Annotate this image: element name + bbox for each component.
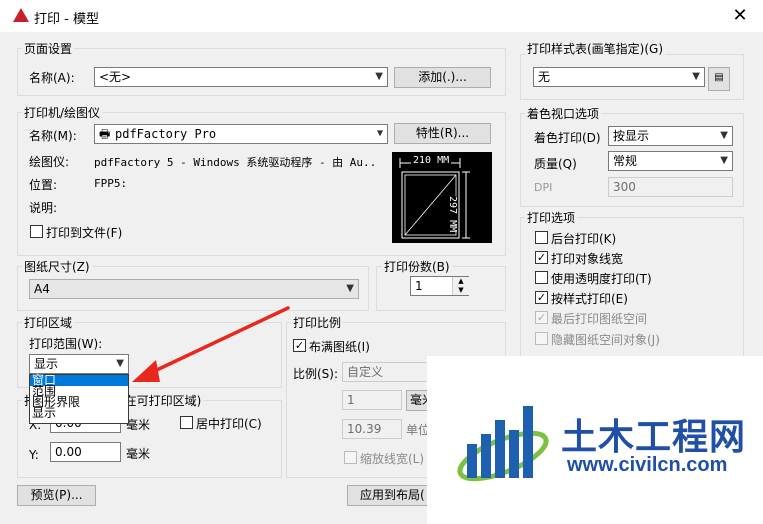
plot-lineweights-label: 打印对象线宽	[551, 252, 624, 266]
print-to-file-checkbox[interactable]	[30, 225, 43, 238]
paperspace-last-checkbox[interactable]: ✓	[535, 311, 548, 324]
location-value: FPP5:	[94, 177, 128, 190]
edit-style-button[interactable]: ▤	[708, 67, 730, 91]
print-range-select[interactable]: 显示 ▼	[29, 354, 129, 374]
scale-lineweights-label: 缩放线宽(L)	[360, 452, 425, 466]
plot-style-select[interactable]: 无 ▼	[533, 67, 705, 87]
print-area-title: 打印区域	[22, 314, 75, 331]
plot-transparency-checkbox[interactable]	[535, 271, 548, 284]
page-setup-name-value: <无>	[99, 70, 132, 84]
close-button[interactable]: ✕	[728, 4, 752, 28]
background-plot-checkbox[interactable]	[535, 231, 548, 244]
dpi-input[interactable]: 300	[608, 177, 733, 197]
preview-width: 210 MM	[411, 155, 452, 166]
plot-transparency-label: 使用透明度打印(T)	[551, 272, 652, 286]
print-range-value: 显示	[34, 357, 59, 371]
chevron-down-icon: ▼	[720, 155, 728, 166]
printer-icon: 🖶	[99, 127, 111, 141]
paper-size-title: 图纸尺寸(Z)	[22, 258, 92, 275]
shade-plot-label: 着色打印(D)	[534, 131, 601, 145]
offset-y-label: Y:	[29, 448, 39, 462]
watermark-url: www.civilcn.com	[567, 454, 728, 476]
quality-label: 质量(Q)	[534, 157, 577, 171]
plot-lineweights-checkbox[interactable]: ✓	[535, 251, 548, 264]
offset-y-unit: 毫米	[126, 447, 151, 461]
watermark-brand: 土木工程网	[561, 417, 747, 458]
shade-plot-select[interactable]: 按显示 ▼	[608, 126, 733, 146]
civilcn-logo-icon	[457, 406, 549, 482]
print-dialog: 打印 - 模型 ✕ 页面设置 名称(A): <无> ▼ 添加(.)... 打印机…	[0, 0, 763, 524]
annotation-arrow	[132, 306, 290, 382]
plot-with-styles-checkbox[interactable]: ✓	[535, 291, 548, 304]
hide-paperspace-label: 隐藏图纸空间对象(J)	[551, 333, 660, 347]
edit-style-icon: ▤	[714, 72, 724, 83]
plot-with-styles-label: 按样式打印(E)	[551, 292, 628, 306]
print-range-list[interactable]: 窗口 范围 图形界限 显示	[29, 374, 129, 424]
description-label: 说明:	[29, 201, 58, 215]
page-setup-name-label: 名称(A):	[29, 71, 75, 85]
printer-title: 打印机/绘图仪	[22, 104, 103, 121]
watermark-logo: 土木工程网 www.civilcn.com	[427, 356, 763, 524]
dpi-label: DPI	[534, 181, 553, 194]
page-setup-title: 页面设置	[22, 40, 75, 57]
quality-select[interactable]: 常规 ▼	[608, 151, 733, 171]
chevron-down-icon: ▼	[376, 128, 383, 139]
chevron-down-icon: ▼	[375, 71, 383, 82]
center-plot-label: 居中打印(C)	[196, 417, 262, 431]
plot-style-title: 打印样式表(画笔指定)(G)	[525, 40, 666, 57]
add-button[interactable]: 添加(.)...	[394, 67, 491, 88]
scale-units-input[interactable]: 10.39	[342, 419, 402, 439]
preview-button[interactable]: 预览(P)...	[17, 485, 96, 506]
offset-x-unit: 毫米	[126, 418, 151, 432]
quality-value: 常规	[613, 154, 638, 168]
printer-name-select[interactable]: 🖶 pdfFactory Pro ▼	[94, 124, 388, 144]
chevron-down-icon: ▼	[692, 71, 700, 82]
plot-options-title: 打印选项	[525, 209, 578, 226]
scale-lineweights-checkbox[interactable]	[344, 451, 357, 464]
scale-ratio-select[interactable]: 自定义	[342, 362, 432, 382]
location-label: 位置:	[29, 178, 58, 192]
chevron-down-icon: ▼	[346, 283, 354, 294]
copies-title: 打印份数(B)	[382, 258, 452, 275]
properties-button[interactable]: 特性(R)...	[394, 123, 491, 144]
background-plot-label: 后台打印(K)	[551, 232, 617, 246]
shade-plot-value: 按显示	[613, 129, 650, 143]
fit-to-paper-checkbox[interactable]: ✓	[293, 339, 306, 352]
scale-ratio-label: 比例(S):	[293, 367, 339, 381]
printer-name-value: pdfFactory Pro	[115, 127, 217, 141]
offset-y-input[interactable]: 0.00	[50, 442, 121, 462]
plotter-label: 绘图仪:	[29, 155, 70, 169]
paperspace-last-label: 最后打印图纸空间	[551, 312, 648, 326]
title-bar: 打印 - 模型 ✕	[0, 0, 763, 32]
hide-paperspace-checkbox[interactable]	[535, 332, 548, 345]
copies-spinner[interactable]: ▲ ▼	[452, 277, 469, 295]
paper-preview: 210 MM 297 MM	[392, 152, 492, 243]
apply-to-layout-button[interactable]: 应用到布局(	[347, 485, 437, 506]
preview-height: 297 MM	[447, 196, 458, 233]
scale-value-input[interactable]: 1	[342, 390, 402, 410]
page-setup-name-select[interactable]: <无> ▼	[94, 67, 388, 87]
paper-size-select[interactable]: A4 ▼	[29, 279, 359, 299]
print-range-label: 打印范围(W):	[29, 337, 103, 351]
printer-name-label: 名称(M):	[29, 129, 77, 143]
print-to-file-label: 打印到文件(F)	[46, 226, 123, 240]
range-option-display[interactable]: 显示	[30, 407, 128, 419]
center-plot-checkbox[interactable]	[180, 416, 193, 429]
fit-to-paper-label: 布满图纸(I)	[309, 340, 370, 354]
plot-style-value: 无	[538, 70, 551, 84]
scale-title: 打印比例	[291, 314, 344, 331]
plotter-value: pdfFactory 5 - Windows 系统驱动程序 - 由 Au...	[94, 156, 374, 169]
shaded-viewport-title: 着色视口选项	[525, 105, 602, 122]
window-title: 打印 - 模型	[34, 12, 99, 27]
chevron-down-icon: ▼	[720, 130, 728, 141]
app-icon	[13, 8, 29, 22]
paper-size-value: A4	[34, 282, 50, 296]
